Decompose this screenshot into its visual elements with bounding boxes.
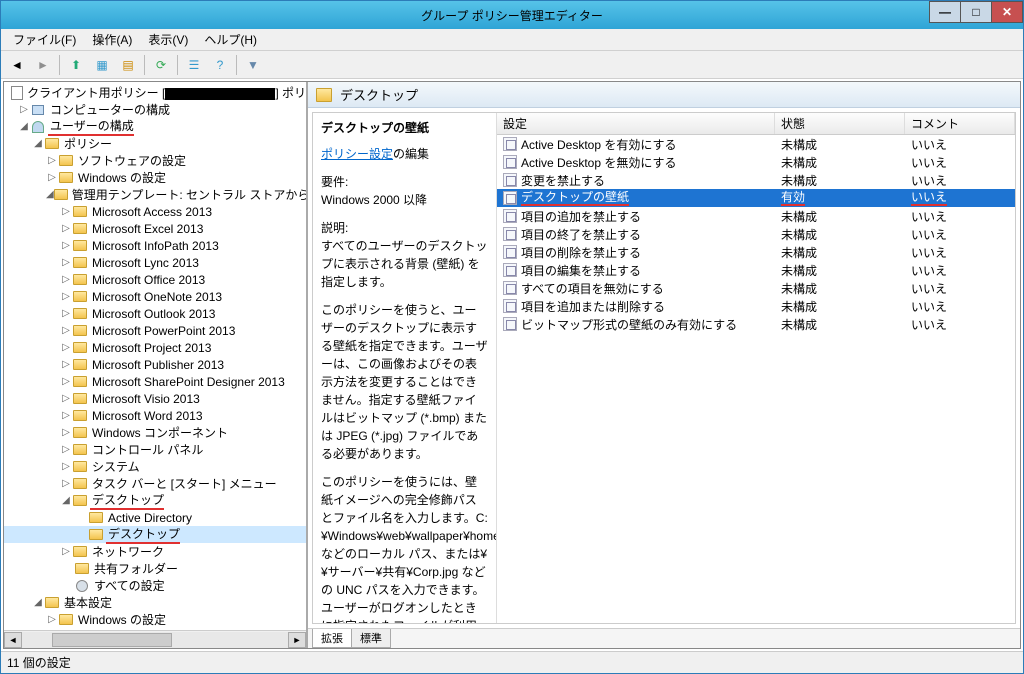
tree-item[interactable]: ▷Microsoft Outlook 2013 [4, 305, 306, 322]
titlebar: グループ ポリシー管理エディター — □ ✕ [1, 1, 1023, 29]
policy-tree[interactable]: クライアント用ポリシー [] ポリ ▷コンピューターの構成 ◢ユーザーの構成 ◢… [4, 82, 306, 630]
setting-icon [503, 137, 517, 151]
tree-pref-windows[interactable]: ▷Windows の設定 [4, 611, 306, 628]
col-comment[interactable]: コメント [905, 113, 1015, 134]
tree-desktop-sub[interactable]: デスクトップ [4, 526, 306, 543]
menu-view[interactable]: 表示(V) [140, 29, 196, 50]
tree-item[interactable]: ▷Microsoft Publisher 2013 [4, 356, 306, 373]
properties-button[interactable]: ☰ [182, 54, 206, 76]
setting-icon [503, 263, 517, 277]
desc-text-1: すべてのユーザーのデスクトップに表示される背景 (壁紙) を指定します。 [321, 237, 488, 291]
list-body[interactable]: Active Desktop を有効にする未構成いいえActive Deskto… [497, 135, 1015, 623]
forward-button[interactable]: ► [31, 54, 55, 76]
tree-preferences[interactable]: ◢基本設定 [4, 594, 306, 611]
tree-desktop[interactable]: ◢デスクトップ [4, 492, 306, 509]
bottom-tabs: 拡張 標準 [308, 628, 1020, 648]
app-window: グループ ポリシー管理エディター — □ ✕ ファイル(F) 操作(A) 表示(… [0, 0, 1024, 674]
setting-icon [503, 191, 517, 205]
desc-text-3: このポリシーを使うには、壁紙イメージへの完全修飾パスとファイル名を入力します。C… [321, 473, 488, 623]
setting-icon [503, 317, 517, 331]
tree-policy[interactable]: ◢ポリシー [4, 135, 306, 152]
filter-button[interactable]: ▼ [241, 54, 265, 76]
show-hide-button[interactable]: ▦ [90, 54, 114, 76]
right-header: デスクトップ [308, 82, 1020, 108]
setting-icon [503, 299, 517, 313]
right-header-title: デスクトップ [340, 85, 418, 104]
tree-item[interactable]: ▷Microsoft InfoPath 2013 [4, 237, 306, 254]
export-button[interactable]: ▤ [116, 54, 140, 76]
setting-icon [503, 209, 517, 223]
refresh-button[interactable]: ⟳ [149, 54, 173, 76]
menu-help[interactable]: ヘルプ(H) [196, 29, 265, 50]
tree-item[interactable]: ▷Microsoft Visio 2013 [4, 390, 306, 407]
back-button[interactable]: ◄ [5, 54, 29, 76]
req-text: Windows 2000 以降 [321, 191, 488, 209]
tree-item[interactable]: ▷Microsoft Access 2013 [4, 203, 306, 220]
tree-admin-templates[interactable]: ◢管理用テンプレート: セントラル ストアから取得したポ [4, 186, 306, 203]
detail-title: デスクトップの壁紙 [321, 119, 488, 137]
list-header: 設定 状態 コメント [497, 113, 1015, 135]
minimize-button[interactable]: — [929, 1, 961, 23]
tree-all-settings[interactable]: すべての設定 [4, 577, 306, 594]
col-state[interactable]: 状態 [775, 113, 905, 134]
tree-item[interactable]: ▷Microsoft Lync 2013 [4, 254, 306, 271]
window-title: グループ ポリシー管理エディター [421, 7, 603, 24]
tree-root[interactable]: クライアント用ポリシー [] ポリ [4, 84, 306, 101]
right-pane: デスクトップ デスクトップの壁紙 ポリシー設定の編集 要件: Windows 2… [308, 82, 1020, 648]
help-button[interactable]: ? [208, 54, 232, 76]
maximize-button[interactable]: □ [960, 1, 992, 23]
tree-item[interactable]: ▷Microsoft Office 2013 [4, 271, 306, 288]
close-button[interactable]: ✕ [991, 1, 1023, 23]
tree-item[interactable]: ▷Microsoft Word 2013 [4, 407, 306, 424]
edit-policy-link[interactable]: ポリシー設定 [321, 147, 393, 161]
tree-windows[interactable]: ▷Windows の設定 [4, 169, 306, 186]
tree-item[interactable]: ▷システム [4, 458, 306, 475]
toolbar: ◄ ► ⬆ ▦ ▤ ⟳ ☰ ? ▼ [1, 51, 1023, 79]
tree-pane: クライアント用ポリシー [] ポリ ▷コンピューターの構成 ◢ユーザーの構成 ◢… [4, 82, 308, 648]
up-button[interactable]: ⬆ [64, 54, 88, 76]
tree-computer-config[interactable]: ▷コンピューターの構成 [4, 101, 306, 118]
menu-file[interactable]: ファイル(F) [5, 29, 84, 50]
setting-icon [503, 281, 517, 295]
tree-item[interactable]: ▷Microsoft SharePoint Designer 2013 [4, 373, 306, 390]
req-label: 要件: [321, 173, 488, 191]
settings-list: 設定 状態 コメント Active Desktop を有効にする未構成いいえAc… [497, 113, 1015, 623]
col-setting[interactable]: 設定 [497, 113, 775, 134]
desc-text-2: このポリシーを使うと、ユーザーのデスクトップに表示する壁紙を指定できます。ユーザ… [321, 301, 488, 463]
status-text: 11 個の設定 [7, 654, 71, 671]
scroll-left-icon[interactable]: ◄ [4, 632, 22, 648]
tree-item[interactable]: ▷Windows コンポーネント [4, 424, 306, 441]
setting-icon [503, 173, 517, 187]
setting-icon [503, 245, 517, 259]
menu-action[interactable]: 操作(A) [84, 29, 140, 50]
setting-icon [503, 227, 517, 241]
desc-label: 説明: [321, 219, 488, 237]
tree-active-directory[interactable]: Active Directory [4, 509, 306, 526]
tab-standard[interactable]: 標準 [351, 629, 391, 648]
tree-item[interactable]: ▷Microsoft PowerPoint 2013 [4, 322, 306, 339]
tree-user-config[interactable]: ◢ユーザーの構成 [4, 118, 306, 135]
tree-software[interactable]: ▷ソフトウェアの設定 [4, 152, 306, 169]
tree-shared-folder[interactable]: 共有フォルダー [4, 560, 306, 577]
statusbar: 11 個の設定 [1, 651, 1023, 673]
tree-item[interactable]: ▷Microsoft OneNote 2013 [4, 288, 306, 305]
tree-item[interactable]: ▷タスク バーと [スタート] メニュー [4, 475, 306, 492]
folder-icon [316, 87, 332, 103]
tree-network[interactable]: ▷ネットワーク [4, 543, 306, 560]
scroll-right-icon[interactable]: ► [288, 632, 306, 648]
content-area: クライアント用ポリシー [] ポリ ▷コンピューターの構成 ◢ユーザーの構成 ◢… [3, 81, 1021, 649]
setting-icon [503, 155, 517, 169]
list-row[interactable]: ビットマップ形式の壁紙のみ有効にする未構成いいえ [497, 315, 1015, 333]
tree-item[interactable]: ▷Microsoft Excel 2013 [4, 220, 306, 237]
menubar: ファイル(F) 操作(A) 表示(V) ヘルプ(H) [1, 29, 1023, 51]
tree-horizontal-scrollbar[interactable]: ◄ ► [4, 630, 306, 648]
tab-extended[interactable]: 拡張 [312, 629, 352, 648]
detail-pane: デスクトップの壁紙 ポリシー設定の編集 要件: Windows 2000 以降 … [313, 113, 497, 623]
tree-item[interactable]: ▷コントロール パネル [4, 441, 306, 458]
tree-item[interactable]: ▷Microsoft Project 2013 [4, 339, 306, 356]
